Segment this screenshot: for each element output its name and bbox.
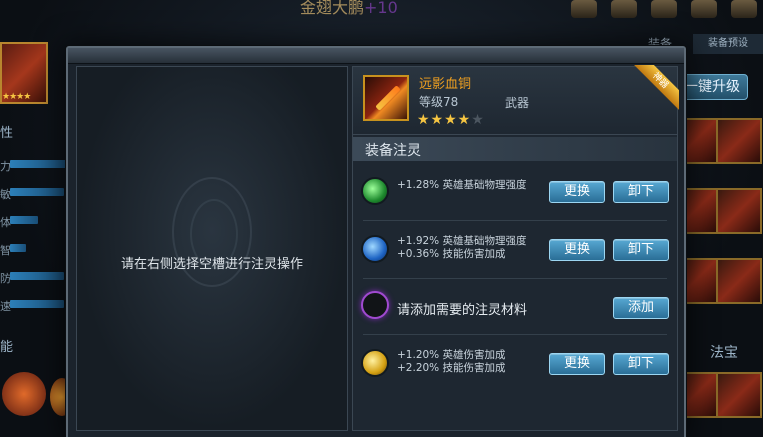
artifact-ribbon: 神器 — [633, 65, 679, 111]
treasure-slot[interactable] — [716, 372, 762, 418]
infusion-slots-pane: 远影血铜 等级78 武器 ★★★★★ 神器 装备注灵 +1.28% 英雄基础物理… — [352, 65, 679, 431]
empty-orb-icon[interactable] — [361, 291, 389, 319]
row-divider — [363, 220, 667, 221]
blue-orb-icon[interactable] — [361, 235, 389, 263]
remove-button[interactable]: 卸下 — [613, 353, 669, 375]
search-icon[interactable] — [731, 0, 757, 18]
attribute-bar — [10, 244, 26, 252]
scroll-icon[interactable] — [571, 0, 597, 18]
replace-button[interactable]: 更换 — [549, 181, 605, 203]
add-material-prompt: 请添加需要的注灵材料 — [397, 303, 528, 318]
attribute-bar — [10, 160, 66, 168]
infusion-slot: +1.28% 英雄基础物理强度 更换 卸下 — [353, 165, 677, 221]
filled-stars: ★★★★ — [417, 112, 472, 128]
section-title: 装备注灵 — [365, 143, 421, 159]
hero-plus-level: +10 — [364, 0, 398, 17]
slot-stat-line: +2.20% 技能伤害加成 — [397, 362, 506, 374]
shield-icon[interactable] — [611, 0, 637, 18]
infusion-slot: +1.20% 英雄伤害加成 +2.20% 技能伤害加成 更换 卸下 — [353, 337, 677, 393]
dialog-top-bar — [68, 48, 684, 64]
attribute-bar — [10, 188, 64, 196]
one-click-upgrade-button[interactable]: 一键升级 — [676, 74, 748, 100]
infusion-slot-empty: 请添加需要的注灵材料 添加 — [353, 279, 677, 335]
hero-stars: ★★★★ — [2, 92, 31, 102]
equipment-slot[interactable] — [716, 118, 762, 164]
hero-title: 金翅大鹏+10 — [300, 0, 398, 18]
green-orb-icon[interactable] — [361, 177, 389, 205]
skill-icon[interactable] — [2, 372, 46, 416]
slot-stat-line: +1.20% 英雄伤害加成 — [397, 349, 506, 361]
slot-stat-line: +0.36% 技能伤害加成 — [397, 248, 506, 260]
slot-stat-line: +1.92% 英雄基础物理强度 — [397, 235, 527, 247]
top-menu-icons — [571, 0, 757, 18]
attribute-caption: 性 — [0, 126, 14, 141]
hero-name: 金翅大鹏 — [300, 0, 365, 17]
equipment-name: 远影血铜 — [419, 77, 472, 92]
replace-button[interactable]: 更换 — [549, 353, 605, 375]
empty-star: ★ — [471, 112, 485, 128]
equipment-slot[interactable] — [716, 258, 762, 304]
section-header: 装备注灵 — [353, 137, 677, 161]
equipment-type: 武器 — [505, 96, 530, 110]
spirit-infusion-dialog: 请在右侧选择空槽进行注灵操作 远影血铜 等级78 武器 ★★★★★ 神器 装备注… — [66, 46, 686, 437]
replace-button[interactable]: 更换 — [549, 239, 605, 261]
equipment-stars: ★★★★★ — [417, 112, 485, 128]
artifact-ribbon-label: 神器 — [633, 65, 679, 111]
equipment-level: 等级78 — [419, 95, 459, 109]
hat-icon[interactable] — [691, 0, 717, 18]
remove-button[interactable]: 卸下 — [613, 181, 669, 203]
attribute-bar — [10, 272, 64, 280]
infusion-preview-pane: 请在右侧选择空槽进行注灵操作 — [76, 66, 348, 431]
treasure-title: 法宝 — [710, 345, 738, 361]
skill-caption: 能 — [0, 340, 14, 355]
attribute-panel: 性 力 敏 体 智 防 速 — [0, 118, 68, 328]
yellow-orb-icon[interactable] — [361, 349, 389, 377]
remove-button[interactable]: 卸下 — [613, 239, 669, 261]
weapon-icon[interactable] — [363, 75, 409, 121]
infusion-slot: +1.92% 英雄基础物理强度 +0.36% 技能伤害加成 更换 卸下 — [353, 223, 677, 279]
tab-equipment-preset[interactable]: 装备预设 — [693, 34, 763, 54]
attribute-bar — [10, 216, 38, 224]
add-button[interactable]: 添加 — [613, 297, 669, 319]
select-slot-hint: 请在右侧选择空槽进行注灵操作 — [120, 257, 303, 272]
book-icon[interactable] — [651, 0, 677, 18]
attribute-bar — [10, 300, 64, 308]
row-divider — [363, 334, 667, 335]
equipment-info: 远影血铜 等级78 武器 ★★★★★ 神器 — [353, 65, 679, 135]
slot-stat-line: +1.28% 英雄基础物理强度 — [397, 179, 527, 191]
equipment-slot[interactable] — [716, 188, 762, 234]
